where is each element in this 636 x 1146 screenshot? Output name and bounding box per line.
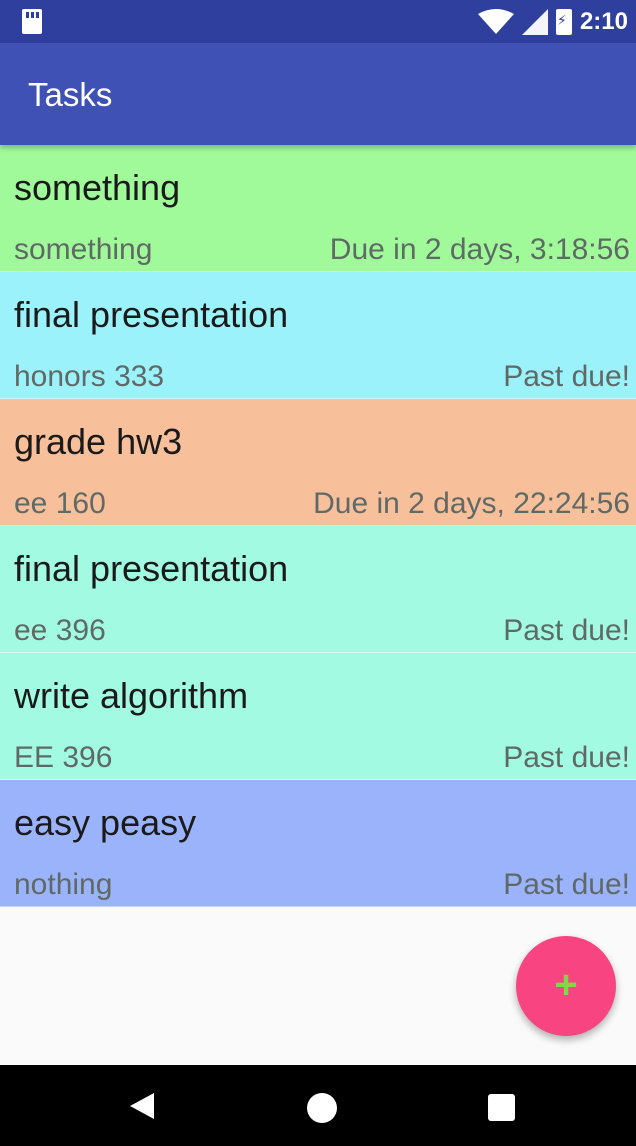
recents-icon[interactable] bbox=[488, 1094, 515, 1121]
task-title: something bbox=[14, 167, 181, 208]
back-icon[interactable] bbox=[130, 1093, 154, 1119]
task-title: final presentation bbox=[14, 294, 289, 335]
status-time: 2:10 bbox=[579, 7, 628, 35]
plus-icon: + bbox=[554, 963, 578, 1007]
task-subject: ee 160 bbox=[14, 487, 106, 520]
battery-charging-icon bbox=[555, 8, 572, 35]
status-icons: 2:10 bbox=[477, 0, 628, 43]
task-item[interactable]: final presentation honors 333 Past due! bbox=[0, 272, 636, 399]
task-item[interactable]: write algorithm EE 396 Past due! bbox=[0, 653, 636, 780]
task-due-status: Past due! bbox=[503, 868, 630, 901]
task-due-status: Past due! bbox=[503, 741, 630, 774]
status-bar: 2:10 bbox=[0, 0, 636, 43]
task-title: final presentation bbox=[14, 548, 289, 589]
task-subject: nothing bbox=[14, 868, 113, 901]
task-item[interactable]: grade hw3 ee 160 Due in 2 days, 22:24:56 bbox=[0, 399, 636, 526]
task-title: easy peasy bbox=[14, 802, 197, 843]
task-title: grade hw3 bbox=[14, 421, 183, 462]
task-due-status: Due in 2 days, 3:18:56 bbox=[329, 233, 630, 266]
task-due-status: Past due! bbox=[503, 360, 630, 393]
app-bar: Tasks bbox=[0, 43, 636, 145]
task-subject: something bbox=[14, 233, 153, 266]
task-subject: EE 396 bbox=[14, 741, 113, 774]
page-title: Tasks bbox=[28, 76, 113, 113]
home-icon[interactable] bbox=[307, 1093, 337, 1123]
sd-card-icon bbox=[22, 9, 42, 34]
wifi-icon bbox=[477, 8, 514, 34]
task-item[interactable]: easy peasy nothing Past due! bbox=[0, 780, 636, 907]
task-item[interactable]: final presentation ee 396 Past due! bbox=[0, 526, 636, 653]
signal-icon bbox=[521, 8, 548, 35]
task-title: write algorithm bbox=[14, 675, 249, 716]
navigation-bar bbox=[0, 1065, 636, 1146]
add-task-button[interactable]: + bbox=[516, 936, 616, 1036]
task-due-status: Past due! bbox=[503, 614, 630, 647]
task-list: something something Due in 2 days, 3:18:… bbox=[0, 145, 636, 907]
task-subject: honors 333 bbox=[14, 360, 165, 393]
task-item[interactable]: something something Due in 2 days, 3:18:… bbox=[0, 145, 636, 272]
task-subject: ee 396 bbox=[14, 614, 106, 647]
task-due-status: Due in 2 days, 22:24:56 bbox=[313, 487, 630, 520]
